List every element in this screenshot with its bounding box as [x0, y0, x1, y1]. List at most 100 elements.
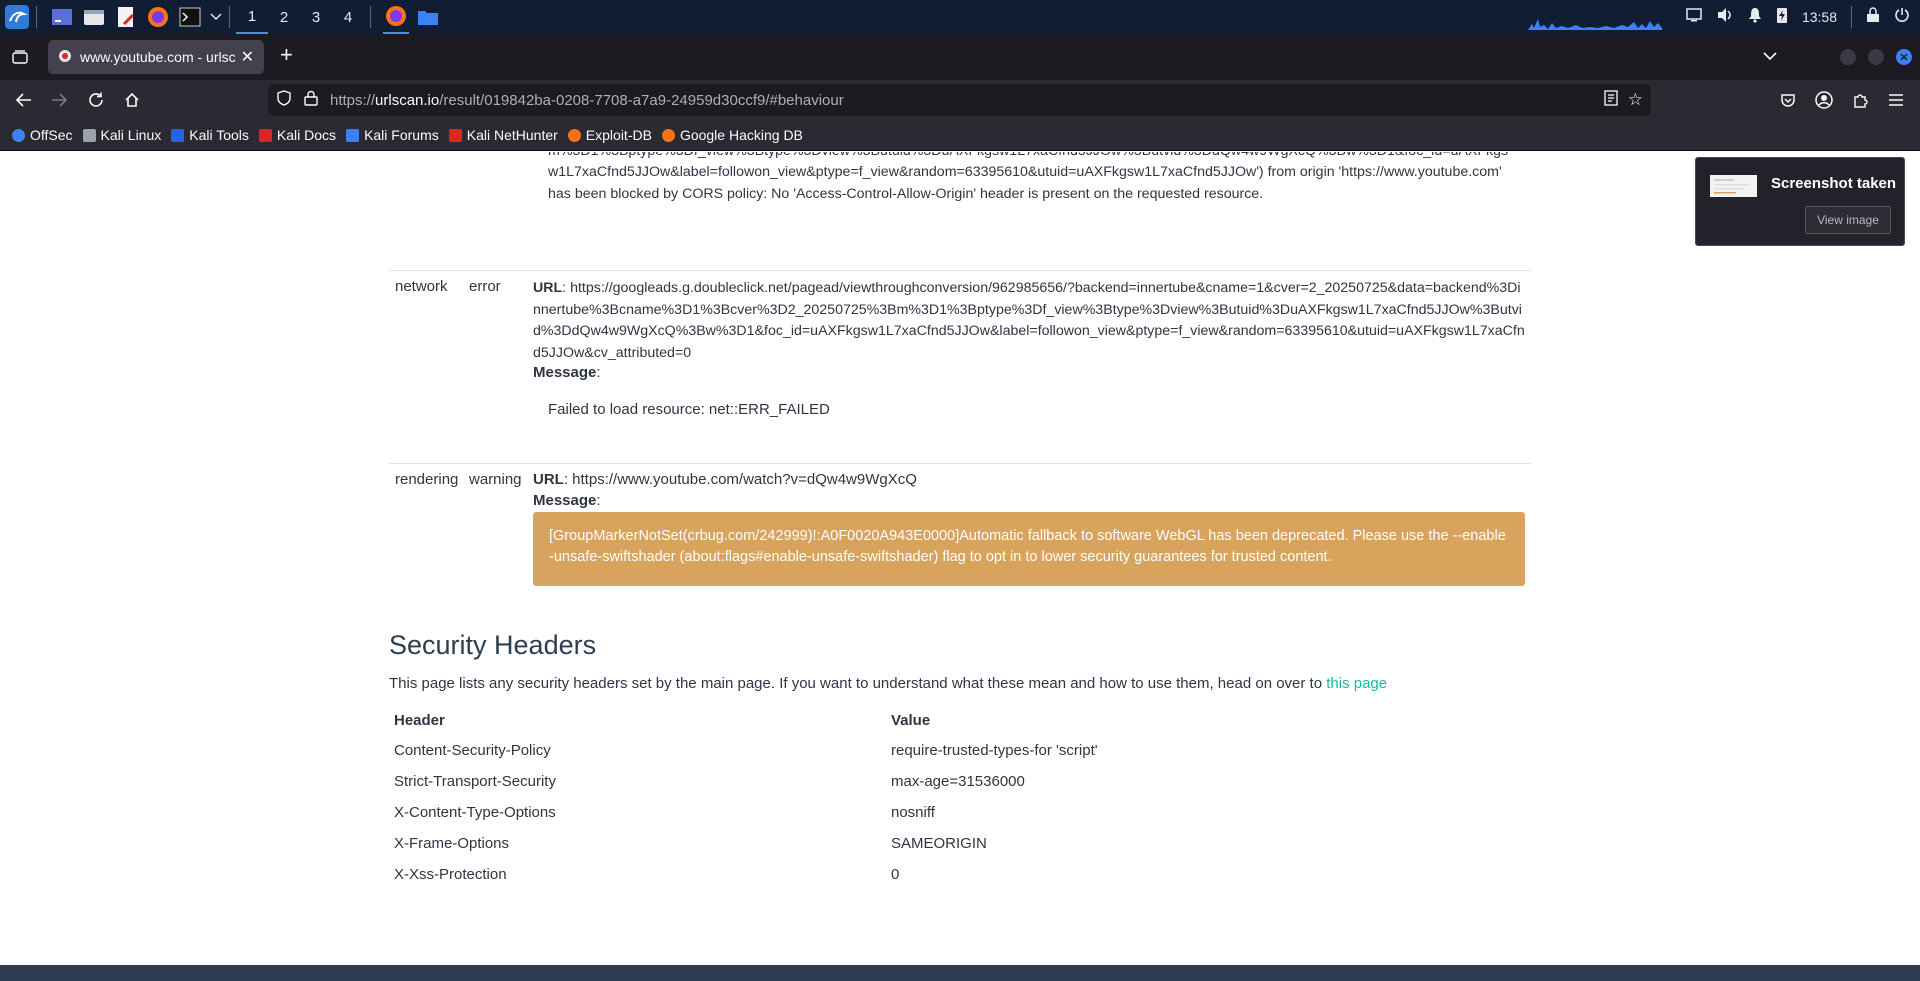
kali-tools-icon: [171, 128, 185, 142]
bookmark-google-hacking-db[interactable]: Google Hacking DB: [661, 127, 803, 143]
bookmark-kali-linux[interactable]: Kali Linux: [82, 127, 161, 143]
text-editor-icon[interactable]: [113, 4, 139, 30]
chevron-down-icon[interactable]: [209, 4, 223, 30]
header-value: 0: [891, 866, 900, 883]
message-label-row: Message:: [533, 364, 601, 381]
folder-window-icon[interactable]: [415, 4, 441, 30]
message-label-colon: :: [596, 492, 601, 509]
close-window-button[interactable]: ✕: [1896, 49, 1912, 65]
section-title: Security Headers: [389, 630, 597, 660]
tracking-protection-icon[interactable]: [276, 90, 292, 110]
screenshot-notification[interactable]: Screenshot taken View image: [1695, 157, 1905, 246]
kali-menu-icon[interactable]: [4, 4, 30, 30]
url-label: URL: [533, 471, 564, 488]
pocket-icon[interactable]: [1776, 88, 1800, 112]
tab-overview-icon[interactable]: [8, 45, 32, 69]
bookmark-label: Kali Docs: [276, 127, 337, 143]
terminal-icon[interactable]: [177, 4, 203, 30]
bookmark-kali-docs[interactable]: Kali Docs: [258, 127, 337, 143]
new-tab-button[interactable]: +: [280, 44, 293, 66]
home-button[interactable]: [120, 88, 144, 112]
security-headers-table: Header Value Content-Security-Policy req…: [389, 703, 1531, 890]
tab-favicon-icon: [58, 49, 72, 66]
list-all-tabs-icon[interactable]: [1763, 48, 1777, 66]
tab-close-icon[interactable]: ✕: [241, 47, 254, 67]
workspace-2[interactable]: 2: [268, 0, 300, 34]
table-row: X-Content-Type-Options nosniff: [389, 797, 1531, 828]
bookmark-kali-tools[interactable]: Kali Tools: [171, 127, 249, 143]
clock[interactable]: 13:58: [1802, 9, 1837, 25]
this-page-link[interactable]: this page: [1326, 675, 1387, 692]
view-image-button[interactable]: View image: [1805, 206, 1891, 234]
lock-icon[interactable]: [304, 90, 318, 110]
bookmark-label: Kali Forums: [364, 127, 439, 143]
system-taskbar: 1 2 3 4 13:58: [0, 0, 1920, 34]
console-url-block: URL: https://googleads.g.doubleclick.net…: [533, 278, 1525, 364]
url-label-colon: :: [562, 280, 571, 296]
tab-youtube-urlscan[interactable]: www.youtube.com - urlsc ✕: [48, 40, 264, 74]
warning-message-box: [GroupMarkerNotSet(crbug.com/242999)!:A0…: [533, 512, 1525, 586]
previous-console-message: onversion/962985656/?backend=innertube&c…: [548, 152, 1508, 202]
notification-bell-icon[interactable]: [1748, 7, 1762, 27]
console-url-row: URL: https://www.youtube.com/watch?v=dQw…: [533, 471, 917, 488]
maximize-window-button[interactable]: [1868, 49, 1884, 65]
tab-title: www.youtube.com - urlsc: [80, 49, 236, 65]
extensions-icon[interactable]: [1848, 88, 1872, 112]
taskbar-separator: [1851, 6, 1852, 28]
volume-icon[interactable]: [1716, 7, 1734, 27]
workspace-1[interactable]: 1: [236, 0, 268, 34]
reader-view-icon[interactable]: [1603, 90, 1619, 110]
console-source: network: [395, 278, 448, 295]
minimize-window-button[interactable]: [1840, 49, 1856, 65]
screenshot-thumbnail[interactable]: [1710, 175, 1757, 197]
lock-icon[interactable]: [1866, 7, 1880, 27]
url-host: urlscan.io: [375, 91, 440, 109]
url-path: /result/019842ba-0208-7708-a7a9-24959d30…: [439, 91, 844, 109]
logout-icon[interactable]: [1894, 7, 1910, 27]
message-label-colon: :: [596, 364, 601, 381]
bookmark-kali-nethunter[interactable]: Kali NetHunter: [448, 127, 558, 143]
bookmark-label: Exploit-DB: [585, 127, 652, 143]
back-button[interactable]: [12, 88, 36, 112]
page-footer: [0, 965, 1920, 981]
header-name: X-Frame-Options: [394, 835, 510, 852]
table-row: Content-Security-Policy require-trusted-…: [389, 735, 1531, 766]
table-row: X-Frame-Options SAMEORIGIN: [389, 828, 1531, 859]
bookmark-exploit-db[interactable]: Exploit-DB: [567, 127, 652, 143]
header-name: Content-Security-Policy: [394, 742, 551, 759]
message-label: Message: [533, 492, 597, 509]
firefox-launcher-icon[interactable]: [145, 4, 171, 30]
workspace-3[interactable]: 3: [300, 0, 332, 34]
value-column-title: Value: [891, 711, 931, 729]
url-text: https://urlscan.io/result/019842ba-0208-…: [330, 92, 844, 109]
exploit-db-icon: [567, 128, 581, 142]
workspace-4[interactable]: 4: [332, 0, 364, 34]
console-source: rendering: [395, 471, 459, 488]
header-value: max-age=31536000: [891, 773, 1025, 790]
desktop-icon[interactable]: [49, 4, 75, 30]
account-icon[interactable]: [1812, 88, 1836, 112]
display-icon[interactable]: [1686, 8, 1702, 26]
header-value: nosniff: [891, 804, 935, 821]
bookmark-star-icon[interactable]: ☆: [1628, 90, 1643, 110]
kali-dragon-icon: [82, 128, 96, 142]
bookmark-kali-forums[interactable]: Kali Forums: [346, 127, 439, 143]
table-row: Strict-Transport-Security max-age=315360…: [389, 766, 1531, 797]
file-manager-icon[interactable]: [81, 4, 107, 30]
taskbar-separator: [370, 6, 371, 28]
browser-navbar: https://urlscan.io/result/019842ba-0208-…: [0, 80, 1920, 120]
row-divider: [389, 463, 1531, 464]
forward-button[interactable]: [47, 88, 71, 112]
reload-button[interactable]: [84, 88, 108, 112]
url-label-colon: :: [563, 471, 573, 488]
section-description-text: This page lists any security headers set…: [389, 675, 1323, 692]
hamburger-menu-icon[interactable]: [1884, 88, 1908, 112]
power-charging-icon[interactable]: [1776, 6, 1788, 28]
header-column-title: Header: [394, 711, 445, 729]
header-value: require-trusted-types-for 'script': [891, 742, 1098, 759]
firefox-window-icon[interactable]: [383, 0, 409, 34]
bookmark-label: Kali Tools: [189, 127, 249, 143]
bookmark-label: Kali NetHunter: [466, 127, 558, 143]
bookmark-offsec[interactable]: OffSec: [12, 127, 73, 143]
url-bar[interactable]: https://urlscan.io/result/019842ba-0208-…: [268, 84, 1651, 116]
